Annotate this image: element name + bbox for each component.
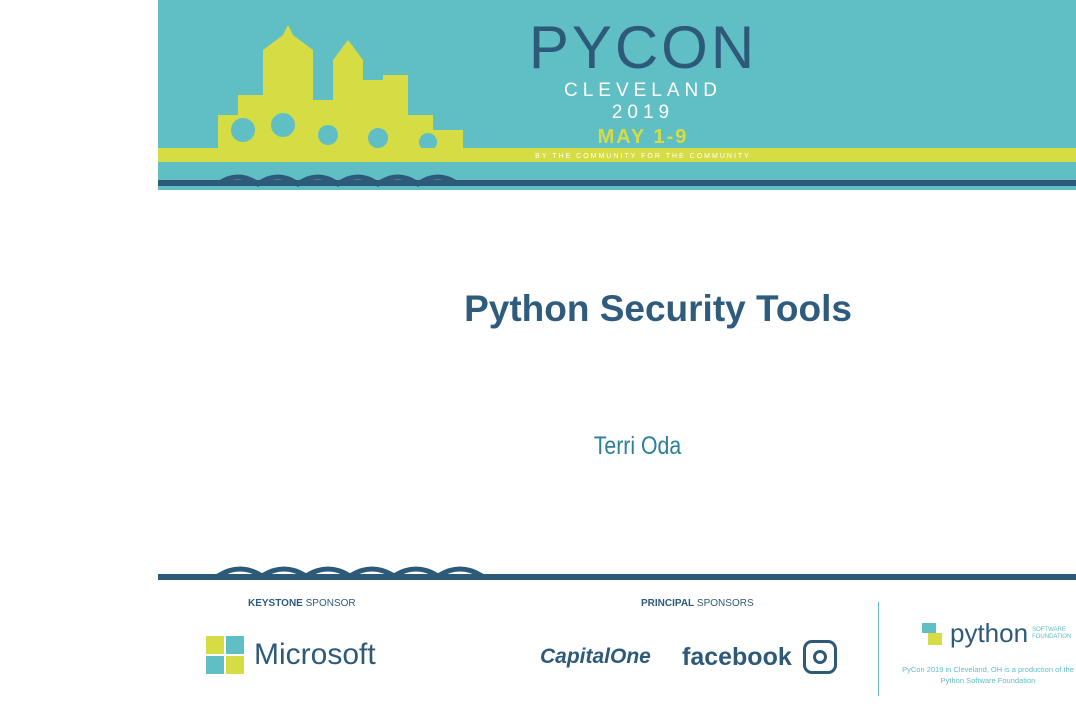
header-banner: PYCON CLEVELAND 2019 MAY 1-9 BY THE COMM… — [158, 0, 1076, 190]
python-snake-icon — [922, 622, 942, 645]
slide-author: Terri Oda — [593, 432, 682, 460]
microsoft-logo: Microsoft — [206, 636, 376, 674]
principal-sponsors-label: PRINCIPAL SPONSORS — [641, 598, 754, 609]
psf-logo: python SOFTWARE FOUNDATION — [918, 618, 1071, 649]
divider — [878, 602, 879, 696]
pycon-logo: PYCON CLEVELAND 2019 MAY 1-9 BY THE COMM… — [528, 14, 758, 161]
wave-divider — [158, 174, 1076, 188]
footer-wave-divider — [158, 566, 1076, 580]
slide-title: Python Security Tools — [464, 288, 852, 329]
facebook-logo: facebook — [682, 643, 792, 671]
psf-note: PyCon 2019 in Cleveland, OH is a product… — [902, 665, 1074, 685]
microsoft-squares-icon — [206, 636, 244, 674]
capitalone-logo: CapitalOne — [540, 645, 651, 668]
instagram-icon — [803, 640, 837, 674]
keystone-sponsor-label: KEYSTONE SPONSOR — [248, 598, 356, 609]
